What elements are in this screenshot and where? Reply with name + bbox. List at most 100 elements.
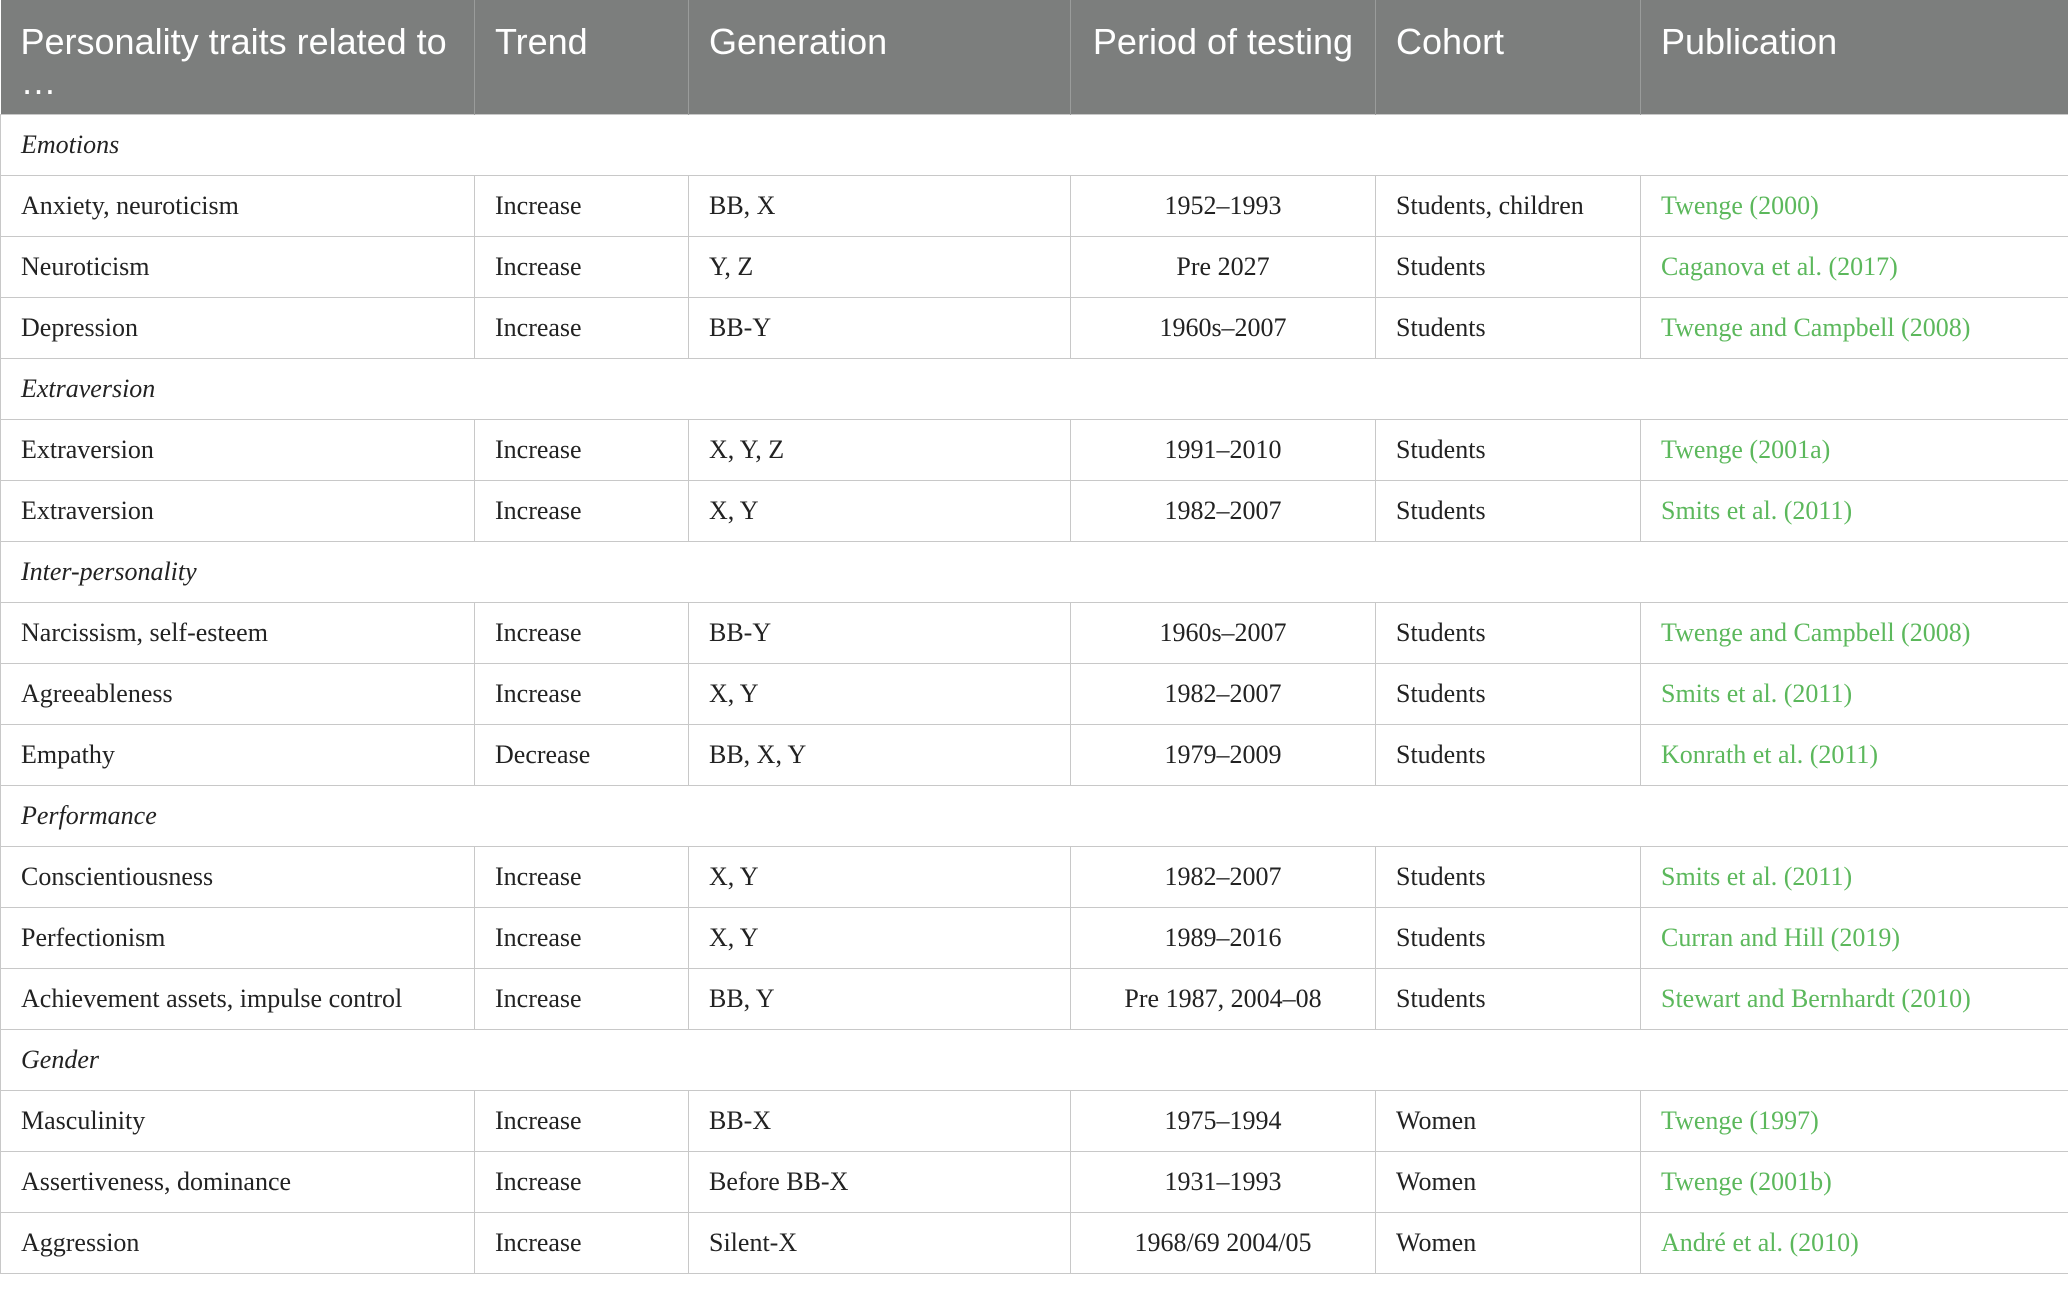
period-cell: 1968/69 2004/05 <box>1070 1212 1376 1274</box>
cohort-cell: Students <box>1375 846 1641 908</box>
header-period: Period of testing <box>1070 0 1376 115</box>
publication-link[interactable]: Smits et al. (2011) <box>1640 480 2068 542</box>
publication-link[interactable]: André et al. (2010) <box>1640 1212 2068 1274</box>
trend-cell: Increase <box>474 480 689 542</box>
cohort-cell: Students <box>1375 419 1641 481</box>
table-row: Extraversion Increase X, Y 1982–2007 Student… <box>0 480 2068 542</box>
table-header: Personality traits related to … Trend Ge… <box>0 0 2068 115</box>
section-heading: Gender <box>0 1029 2068 1091</box>
publication-link[interactable]: Twenge and Campbell (2008) <box>1640 602 2068 664</box>
trait-cell: Depression <box>0 297 475 359</box>
header-cohort: Cohort <box>1375 0 1641 115</box>
header-trend: Trend <box>474 0 689 115</box>
period-cell: 1982–2007 <box>1070 846 1376 908</box>
generation-cell: Y, Z <box>688 236 1071 298</box>
period-cell: Pre 1987, 2004–08 <box>1070 968 1376 1030</box>
section-heading: Emotions <box>0 114 2068 176</box>
publication-link[interactable]: Konrath et al. (2011) <box>1640 724 2068 786</box>
cohort-cell: Students <box>1375 480 1641 542</box>
generation-cell: Silent-X <box>688 1212 1071 1274</box>
trend-cell: Increase <box>474 846 689 908</box>
table-row: Aggression Increase Silent-X 1968/69 2004/0… <box>0 1212 2068 1274</box>
trait-cell: Extraversion <box>0 419 475 481</box>
table-row: Extraversion Increase X, Y, Z 1991–2010 Stud… <box>0 419 2068 481</box>
period-cell: 1975–1994 <box>1070 1090 1376 1152</box>
period-cell: 1982–2007 <box>1070 480 1376 542</box>
publication-link[interactable]: Twenge (2000) <box>1640 175 2068 237</box>
header-row: Personality traits related to … Trend Ge… <box>0 0 2068 115</box>
table-row: Conscientiousness Increase X, Y 1982–2007 St… <box>0 846 2068 908</box>
section-row: Performance <box>0 785 2068 847</box>
cohort-cell: Students <box>1375 236 1641 298</box>
trait-cell: Neuroticism <box>0 236 475 298</box>
trend-cell: Increase <box>474 968 689 1030</box>
period-cell: 1952–1993 <box>1070 175 1376 237</box>
publication-link[interactable]: Twenge (2001b) <box>1640 1151 2068 1213</box>
publication-link[interactable]: Smits et al. (2011) <box>1640 846 2068 908</box>
section-row: Extraversion <box>0 358 2068 420</box>
generation-cell: X, Y <box>688 480 1071 542</box>
header-traits: Personality traits related to … <box>0 0 475 115</box>
publication-link[interactable]: Twenge (2001a) <box>1640 419 2068 481</box>
trait-cell: Agreeableness <box>0 663 475 725</box>
table-row: Anxiety, neuroticism Increase BB, X 1952–19… <box>0 175 2068 237</box>
table-row: Perfectionism Increase X, Y 1989–2016 Studen… <box>0 907 2068 969</box>
trend-cell: Decrease <box>474 724 689 786</box>
generation-cell: BB, X <box>688 175 1071 237</box>
period-cell: 1979–2009 <box>1070 724 1376 786</box>
cohort-cell: Students <box>1375 602 1641 664</box>
publication-link[interactable]: Smits et al. (2011) <box>1640 663 2068 725</box>
trait-cell: Conscientiousness <box>0 846 475 908</box>
cohort-cell: Students <box>1375 297 1641 359</box>
section-row: Emotions <box>0 114 2068 176</box>
table-row: Depression Increase BB-Y 1960s–2007 Students… <box>0 297 2068 359</box>
trait-cell: Anxiety, neuroticism <box>0 175 475 237</box>
cohort-cell: Students <box>1375 663 1641 725</box>
section-row: Gender <box>0 1029 2068 1091</box>
header-generation: Generation <box>688 0 1071 115</box>
section-heading: Inter-personality <box>0 541 2068 603</box>
period-cell: 1931–1993 <box>1070 1151 1376 1213</box>
trait-cell: Extraversion <box>0 480 475 542</box>
generation-cell: BB-X <box>688 1090 1071 1152</box>
generation-cell: X, Y <box>688 663 1071 725</box>
table-row: Agreeableness Increase X, Y 1982–2007 Studen… <box>0 663 2068 725</box>
table-row: Assertiveness, dominance Increase Before B… <box>0 1151 2068 1213</box>
trait-cell: Perfectionism <box>0 907 475 969</box>
generation-cell: BB, Y <box>688 968 1071 1030</box>
publication-link[interactable]: Curran and Hill (2019) <box>1640 907 2068 969</box>
cohort-cell: Women <box>1375 1090 1641 1152</box>
personality-traits-table: Personality traits related to … Trend Ge… <box>0 0 2068 1274</box>
publication-link[interactable]: Caganova et al. (2017) <box>1640 236 2068 298</box>
trait-cell: Aggression <box>0 1212 475 1274</box>
trait-cell: Achievement assets, impulse control <box>0 968 475 1030</box>
trait-cell: Masculinity <box>0 1090 475 1152</box>
table-row: Narcissism, self-esteem Increase BB-Y 1960s… <box>0 602 2068 664</box>
cohort-cell: Students <box>1375 724 1641 786</box>
period-cell: Pre 2027 <box>1070 236 1376 298</box>
cohort-cell: Students <box>1375 968 1641 1030</box>
period-cell: 1991–2010 <box>1070 419 1376 481</box>
period-cell: 1989–2016 <box>1070 907 1376 969</box>
generation-cell: BB-Y <box>688 602 1071 664</box>
table-row: Neuroticism Increase Y, Z Pre 2027 Students C… <box>0 236 2068 298</box>
period-cell: 1960s–2007 <box>1070 297 1376 359</box>
table-row: Empathy Decrease BB, X, Y 1979–2009 Students… <box>0 724 2068 786</box>
trend-cell: Increase <box>474 1090 689 1152</box>
publication-link[interactable]: Twenge and Campbell (2008) <box>1640 297 2068 359</box>
trend-cell: Increase <box>474 602 689 664</box>
section-row: Inter-personality <box>0 541 2068 603</box>
section-heading: Performance <box>0 785 2068 847</box>
trend-cell: Increase <box>474 663 689 725</box>
generation-cell: X, Y, Z <box>688 419 1071 481</box>
publication-link[interactable]: Stewart and Bernhardt (2010) <box>1640 968 2068 1030</box>
generation-cell: BB, X, Y <box>688 724 1071 786</box>
generation-cell: BB-Y <box>688 297 1071 359</box>
publication-link[interactable]: Twenge (1997) <box>1640 1090 2068 1152</box>
cohort-cell: Students, children <box>1375 175 1641 237</box>
section-heading: Extraversion <box>0 358 2068 420</box>
period-cell: 1982–2007 <box>1070 663 1376 725</box>
period-cell: 1960s–2007 <box>1070 602 1376 664</box>
trend-cell: Increase <box>474 175 689 237</box>
trend-cell: Increase <box>474 1151 689 1213</box>
